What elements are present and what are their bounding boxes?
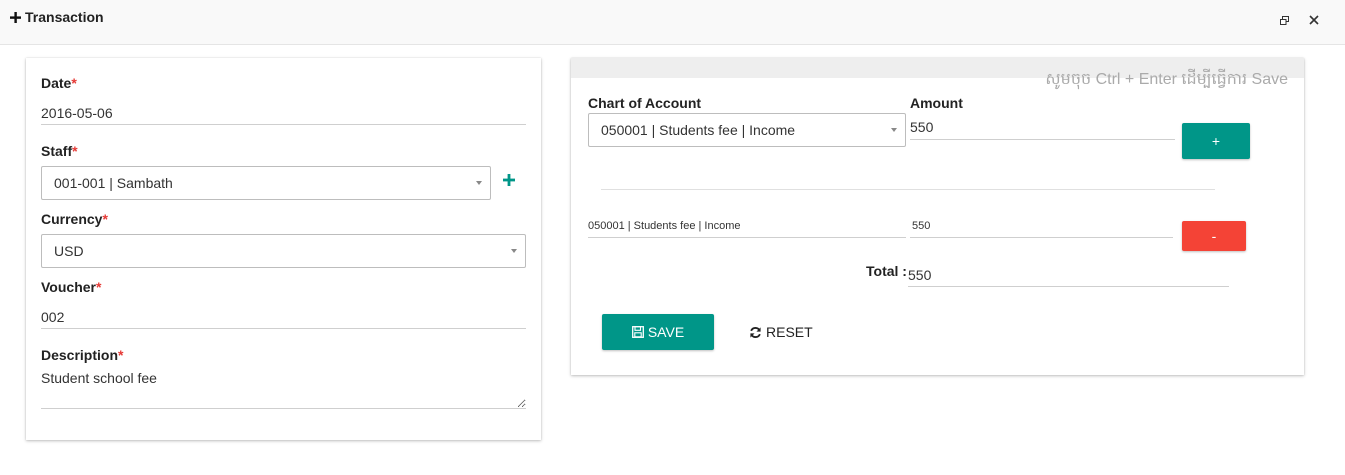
voucher-label: Voucher* xyxy=(41,279,102,295)
staff-select-value: 001-001 | Sambath xyxy=(54,175,173,191)
entry-amount-input[interactable] xyxy=(910,215,1173,238)
date-label: Date* xyxy=(41,75,77,91)
currency-select[interactable]: USD xyxy=(41,234,526,268)
total-label: Total : xyxy=(866,263,907,279)
dialog-title: Transaction xyxy=(10,9,104,25)
journal-entries-card: សូមចុច Ctrl + Enter ដើម្បីធ្វើការ Save C… xyxy=(571,58,1304,375)
dialog-title-text: Transaction xyxy=(25,9,104,25)
currency-label: Currency* xyxy=(41,211,108,227)
save-button[interactable]: SAVE xyxy=(602,314,714,350)
add-entry-button[interactable]: + xyxy=(1182,123,1250,159)
refresh-icon xyxy=(750,326,761,338)
restore-window-button[interactable] xyxy=(1276,12,1292,28)
save-button-label: SAVE xyxy=(647,324,685,340)
save-shortcut-hint: សូមចុច Ctrl + Enter ដើម្បីធ្វើការ Save xyxy=(1045,71,1288,88)
chevron-down-icon xyxy=(891,128,897,132)
entry-account-input[interactable] xyxy=(588,215,906,238)
save-icon xyxy=(631,326,644,338)
chevron-down-icon xyxy=(511,249,517,253)
chart-of-account-label: Chart of Account xyxy=(588,95,702,111)
add-staff-icon[interactable] xyxy=(503,174,515,186)
description-textarea[interactable]: Student school fee xyxy=(41,370,526,409)
description-label: Description* xyxy=(41,347,124,363)
dialog-header: Transaction xyxy=(0,0,1345,45)
staff-label: Staff* xyxy=(41,143,78,159)
chevron-down-icon xyxy=(476,181,482,185)
reset-button-label: RESET xyxy=(766,324,813,340)
plus-icon xyxy=(10,11,21,23)
entries-divider xyxy=(601,189,1215,190)
transaction-form-card: Date* Staff* 001-001 | Sambath Currency*… xyxy=(26,58,541,440)
close-icon xyxy=(1309,15,1319,25)
close-button[interactable] xyxy=(1306,12,1322,28)
currency-select-value: USD xyxy=(54,243,84,259)
restore-window-icon xyxy=(1279,15,1289,25)
date-input[interactable] xyxy=(41,102,526,125)
chart-of-account-select-value: 050001 | Students fee | Income xyxy=(601,122,796,138)
amount-label: Amount xyxy=(910,95,963,111)
chart-of-account-select[interactable]: 050001 | Students fee | Income xyxy=(588,113,906,147)
staff-select[interactable]: 001-001 | Sambath xyxy=(41,166,491,200)
total-input xyxy=(908,263,1229,287)
remove-entry-button[interactable]: - xyxy=(1182,221,1246,251)
voucher-input[interactable] xyxy=(41,306,526,329)
amount-input[interactable] xyxy=(910,115,1175,140)
reset-button[interactable]: RESET xyxy=(749,322,813,342)
